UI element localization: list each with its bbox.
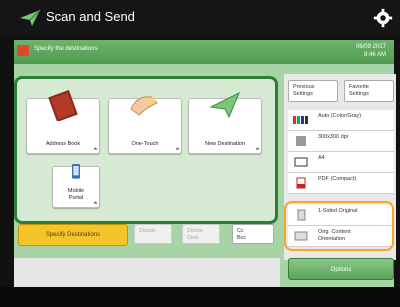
previous-settings-button[interactable]: Previous Settings: [288, 80, 338, 102]
message-bar: Specify the destinations. 06/09 2017 8:46…: [14, 40, 394, 64]
message-text: Specify the destinations.: [34, 46, 100, 52]
destination-area-bottom: [14, 258, 280, 288]
address-book-button[interactable]: Address Book: [26, 90, 100, 154]
caret-icon: [93, 147, 98, 152]
app-title: Scan and Send: [46, 9, 135, 24]
new-destination-button[interactable]: New Destination: [188, 91, 262, 154]
resolution-setting[interactable]: 300x300 dpi: [288, 131, 394, 152]
one-touch-button[interactable]: One-Touch: [108, 96, 182, 154]
caret-icon: [93, 201, 98, 206]
caret-icon: [175, 147, 180, 152]
size-setting[interactable]: A4: [288, 152, 394, 173]
resolution-icon: [296, 136, 306, 146]
color-value: Auto (Color/Gray): [318, 113, 362, 119]
address-book-label: Address Book: [45, 141, 81, 147]
format-value: PDF (Compact): [318, 176, 357, 182]
address-book-icon: [48, 90, 78, 121]
bottom-bar: [0, 287, 400, 307]
mobile-portal-label: Mobile Portal: [67, 188, 85, 201]
details-button[interactable]: Details: [134, 224, 172, 244]
gear-icon[interactable]: [372, 7, 394, 29]
scan-send-icon: [20, 9, 41, 26]
color-icon: [293, 116, 308, 124]
delete-destination-button[interactable]: Delete Dest.: [182, 224, 220, 244]
pdf-icon: [296, 177, 306, 189]
color-setting[interactable]: Auto (Color/Gray): [288, 110, 394, 131]
date-text: 06/09 2017: [355, 44, 386, 50]
specify-destinations-button[interactable]: Specify Destinations: [18, 224, 128, 246]
paper-size-icon: [294, 157, 308, 167]
caret-icon: [255, 147, 260, 152]
new-destination-icon: [209, 91, 240, 119]
time-text: 8:46 AM: [363, 52, 386, 58]
favorite-settings-button[interactable]: Favorite Settings: [344, 80, 394, 102]
cc-bcc-button[interactable]: Cc Bcc: [232, 224, 274, 244]
file-format-setting[interactable]: PDF (Compact): [288, 173, 394, 194]
highlight-frame: [284, 201, 394, 251]
one-touch-icon: [130, 96, 158, 116]
title-bar: Scan and Send: [0, 0, 400, 36]
message-icon: [17, 45, 29, 56]
one-touch-label: One-Touch: [131, 141, 159, 147]
new-destination-label: New Destination: [204, 141, 246, 147]
size-value: A4: [318, 155, 325, 161]
date-time: 06/09 2017 8:46 AM: [356, 43, 386, 59]
options-button[interactable]: Options: [288, 258, 394, 280]
mobile-portal-icon: [72, 164, 80, 179]
resolution-value: 300x300 dpi: [318, 134, 348, 140]
mobile-portal-button[interactable]: Mobile Portal: [52, 164, 100, 208]
